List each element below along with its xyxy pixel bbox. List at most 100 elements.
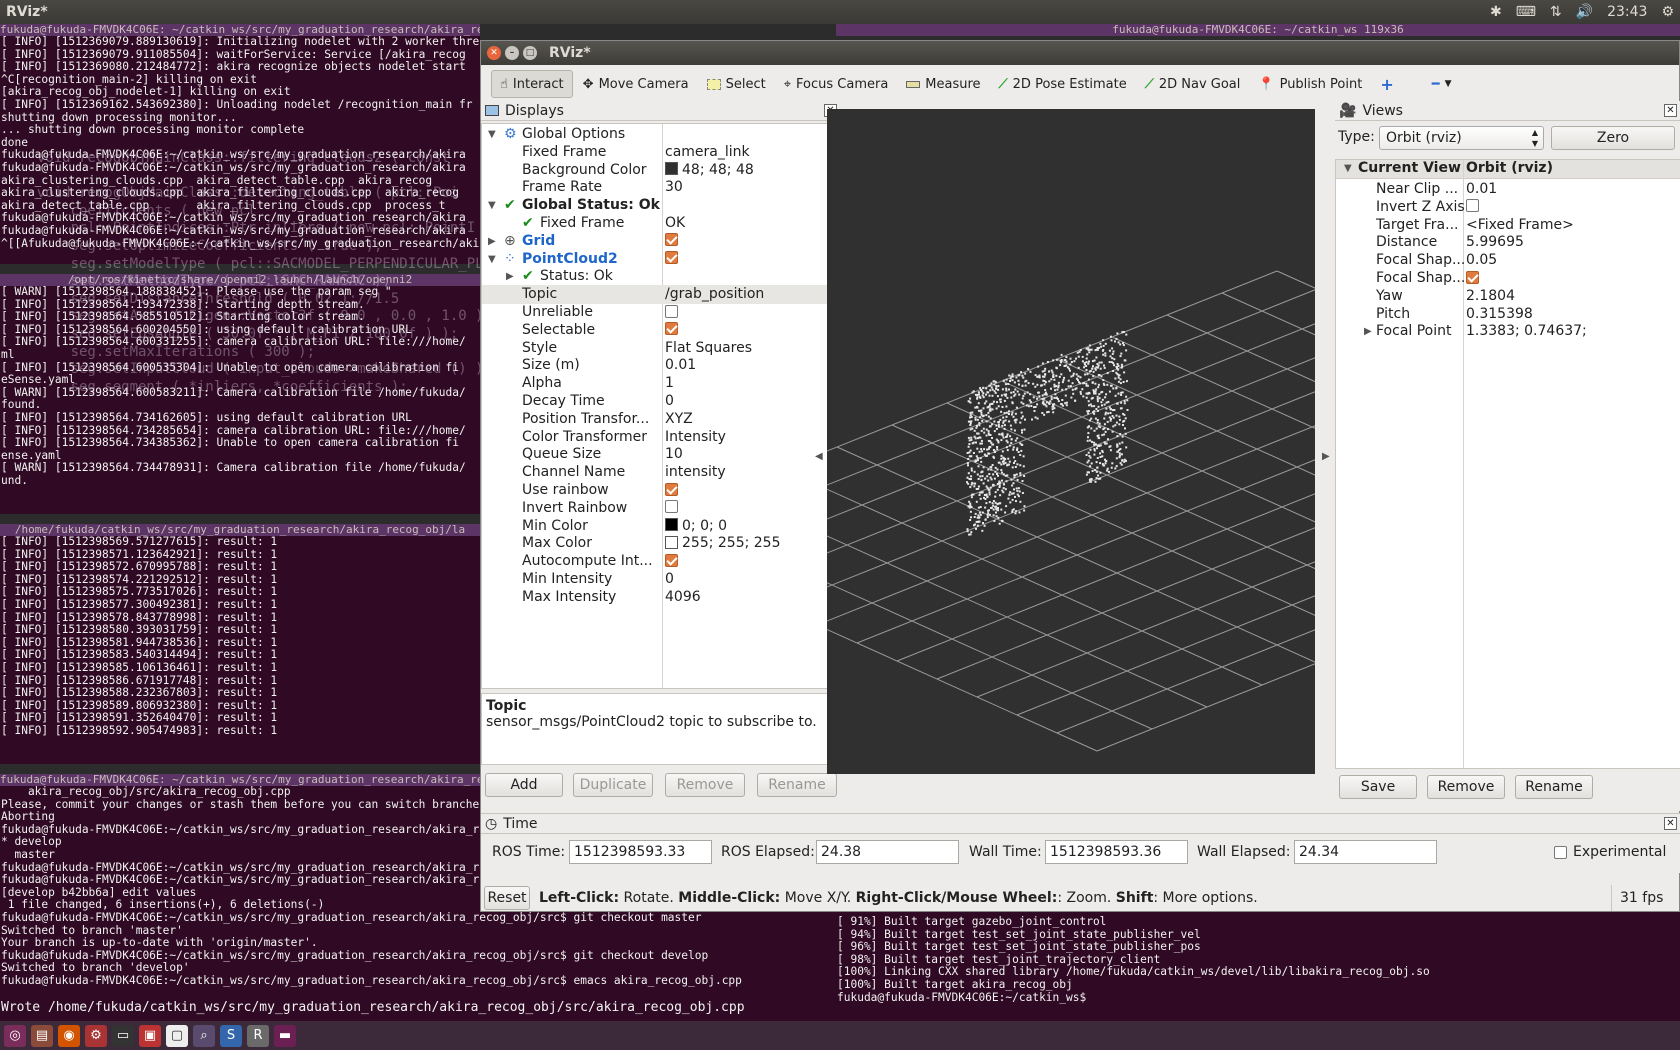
maximize-icon[interactable]: □	[523, 46, 537, 60]
app-icon[interactable]: ▢	[166, 1024, 188, 1047]
collapse-arrow-icon[interactable]: ▶	[506, 267, 514, 286]
property-value[interactable]: 10	[665, 445, 840, 464]
terminal-icon[interactable]: ▭	[112, 1024, 134, 1047]
display-property-row[interactable]: ✔ Fixed Frame OK	[482, 214, 840, 233]
property-value[interactable]	[665, 552, 840, 571]
display-property-row[interactable]: Frame Rate 30	[482, 178, 840, 197]
display-property-row[interactable]: Alpha 1	[482, 374, 840, 393]
collapse-arrow-icon[interactable]: ▶	[488, 232, 496, 251]
property-value[interactable]: 0	[665, 570, 840, 589]
property-value[interactable]: Intensity	[665, 428, 840, 447]
property-value[interactable]: 5.99695	[1466, 233, 1586, 252]
color-swatch[interactable]	[665, 535, 678, 549]
zero-button[interactable]: Zero	[1551, 126, 1675, 150]
experimental-checkbox[interactable]	[1554, 846, 1567, 859]
expand-arrow-icon[interactable]: ▼	[488, 250, 496, 269]
display-property-row[interactable]: Color Transformer Intensity	[482, 428, 840, 447]
display-property-row[interactable]: Queue Size 10	[482, 445, 840, 464]
rename-display-button[interactable]: Rename	[757, 773, 837, 797]
terminal-icon[interactable]: ▬	[274, 1024, 296, 1047]
terminal-window[interactable]: [ 91%] Built target gazebo_joint_control…	[836, 912, 1680, 1021]
checkbox[interactable]	[1466, 270, 1479, 284]
display-property-row[interactable]: ▼ ⁘ PointCloud2	[482, 250, 840, 269]
duplicate-display-button[interactable]: Duplicate	[573, 773, 653, 797]
display-property-row[interactable]: Autocompute Int...	[482, 552, 840, 571]
display-property-row[interactable]: ▼ ✔ Global Status: Ok	[482, 196, 840, 215]
view-property-row[interactable]: Pitch 0.315398	[1336, 305, 1588, 324]
property-value[interactable]	[665, 232, 840, 251]
display-property-row[interactable]: Style Flat Squares	[482, 339, 840, 358]
remove-view-button[interactable]: Remove	[1427, 775, 1505, 799]
display-property-row[interactable]: Background Color 48; 48; 48	[482, 161, 840, 180]
display-property-row[interactable]: Invert Rainbow	[482, 499, 840, 518]
keyboard-icon[interactable]: ⌨	[1516, 4, 1536, 20]
select-tool[interactable]: Select	[699, 70, 774, 98]
property-value[interactable]: intensity	[665, 463, 840, 482]
display-property-row[interactable]: Unreliable	[482, 303, 840, 322]
property-value[interactable]	[665, 250, 840, 269]
property-value[interactable]	[665, 481, 840, 500]
view-property-row[interactable]: Near Clip ... 0.01	[1336, 180, 1588, 199]
display-property-row[interactable]: Channel Name intensity	[482, 463, 840, 482]
property-value[interactable]: /grab_position	[665, 285, 840, 304]
display-property-row[interactable]: Topic/grab_position	[482, 285, 840, 305]
checkbox[interactable]	[665, 304, 678, 318]
display-property-row[interactable]: Max Intensity 4096	[482, 588, 840, 607]
display-property-row[interactable]: Size (m) 0.01	[482, 356, 840, 375]
view-type-select[interactable]: Orbit (rviz) ▲ ▼	[1379, 126, 1544, 150]
property-value[interactable]: 2.1804	[1466, 287, 1586, 306]
ros-time-field[interactable]: 1512398593.33	[569, 840, 712, 864]
collapse-left-handle[interactable]: ◀	[815, 451, 823, 462]
property-value[interactable]	[665, 303, 840, 322]
ros-elapsed-field[interactable]: 24.38	[816, 840, 959, 864]
expand-arrow-icon[interactable]: ▼	[488, 196, 496, 215]
display-property-row[interactable]: Fixed Frame camera_link	[482, 143, 840, 162]
window-titlebar[interactable]: ✕ – □ RViz*	[481, 41, 1679, 65]
publish-point-tool[interactable]: 📍 Publish Point	[1250, 70, 1370, 98]
checkbox[interactable]	[665, 251, 678, 265]
collapse-right-arrow[interactable]: ▶	[1322, 451, 1330, 462]
volume-icon[interactable]: 🔊	[1576, 4, 1593, 20]
gear-icon[interactable]: ⚙	[1661, 4, 1674, 20]
render-3d-view[interactable]	[827, 109, 1315, 774]
terminal-window[interactable]: /opt/ros/kinetic/share/openni2_launch/la…	[0, 274, 480, 514]
remove-display-button[interactable]: Remove	[665, 773, 745, 797]
display-property-row[interactable]: Min Color 0; 0; 0	[482, 517, 840, 536]
property-value[interactable]	[1466, 198, 1586, 217]
property-value[interactable]: 0.01	[1466, 180, 1586, 199]
remove-tool-button[interactable]: ━ ▼	[1424, 70, 1460, 98]
property-value[interactable]	[665, 499, 840, 518]
clock[interactable]: 23:43	[1607, 4, 1647, 20]
display-property-row[interactable]: Decay Time 0	[482, 392, 840, 411]
rename-view-button[interactable]: Rename	[1515, 775, 1593, 799]
interact-tool[interactable]: ☝ Interact	[491, 70, 573, 98]
property-value[interactable]: 4096	[665, 588, 840, 607]
settings-icon[interactable]: ⚙	[85, 1024, 107, 1047]
wall-elapsed-field[interactable]: 24.34	[1294, 840, 1437, 864]
views-tree[interactable]: ▼ Current View Orbit (rviz) Near Clip ..…	[1335, 159, 1680, 769]
measure-tool[interactable]: Measure	[898, 70, 988, 98]
property-value[interactable]: <Fixed Frame>	[1466, 216, 1586, 235]
terminal-window[interactable]: fukuda@fukuda-FMVDK4C06E: ~/catkin_ws/sr…	[0, 24, 480, 264]
firefox-icon[interactable]: ◉	[58, 1024, 80, 1047]
display-property-row[interactable]: Min Intensity 0	[482, 570, 840, 589]
property-value[interactable]: 0.315398	[1466, 305, 1586, 324]
checkbox[interactable]	[665, 482, 678, 496]
property-value[interactable]: 30	[665, 178, 840, 197]
files-icon[interactable]: ▤	[31, 1024, 53, 1047]
checkbox[interactable]	[665, 500, 678, 514]
displays-tree[interactable]: ▼ ⚙ Global Options Fixed Frame camera_link Ba…	[481, 123, 841, 689]
move-camera-tool[interactable]: ✥ Move Camera	[575, 70, 697, 98]
terminal-window[interactable]: fukuda@fukuda-FMVDK4C06E: ~/catkin_ws 11…	[836, 24, 1680, 36]
current-view-row[interactable]: ▼ Current View Orbit (rviz)	[1336, 160, 1680, 179]
property-value[interactable]	[1466, 269, 1586, 288]
property-value[interactable]: 0.01	[665, 356, 840, 375]
image-viewer-icon[interactable]: ⌕	[193, 1024, 215, 1047]
property-value[interactable]: Flat Squares	[665, 339, 840, 358]
property-value[interactable]: OK	[665, 214, 840, 233]
wall-time-field[interactable]: 1512398593.36	[1045, 840, 1188, 864]
view-property-row[interactable]: Focal Shap...	[1336, 269, 1588, 288]
dropbox-icon[interactable]: ✱	[1490, 4, 1502, 20]
display-property-row[interactable]: ▶ ⊕ Grid	[482, 232, 840, 251]
qt-creator-icon[interactable]: S	[220, 1024, 242, 1047]
